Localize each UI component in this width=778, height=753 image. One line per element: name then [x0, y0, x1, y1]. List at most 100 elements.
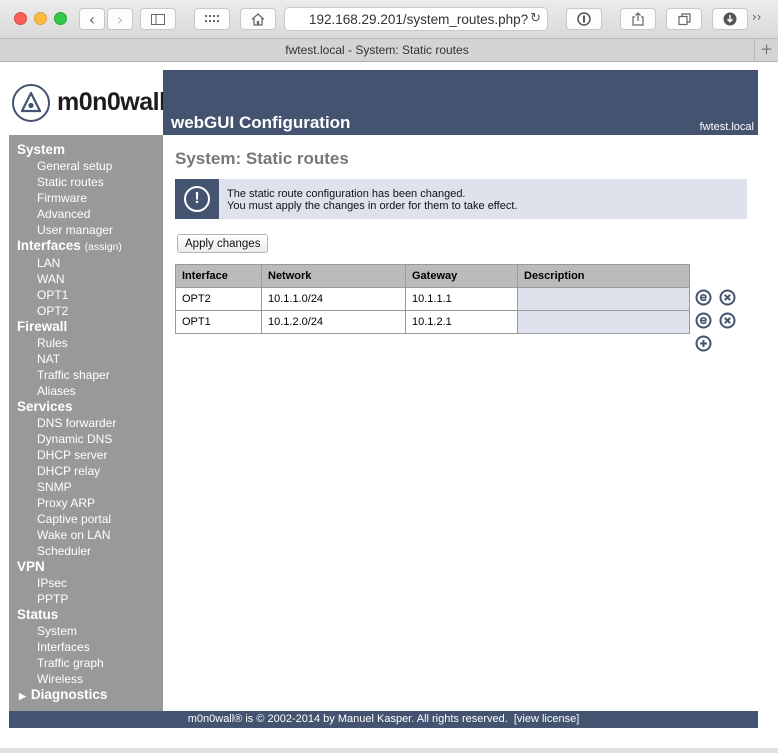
nav-item-general-setup[interactable]: General setup: [9, 158, 163, 174]
reader-button[interactable]: [566, 8, 602, 30]
grid-icon: [205, 15, 219, 22]
window-minimize-button[interactable]: [34, 12, 47, 25]
downloads-button[interactable]: [712, 8, 748, 30]
nav-item-nat[interactable]: NAT: [9, 351, 163, 367]
nav-item-scheduler[interactable]: Scheduler: [9, 543, 163, 559]
nav-category-diagnostics[interactable]: ▶ Diagnostics: [9, 687, 163, 704]
nav-item-proxy-arp[interactable]: Proxy ARP: [9, 495, 163, 511]
nav-item-wireless[interactable]: Wireless: [9, 671, 163, 687]
back-icon: ‹: [88, 9, 96, 29]
sidebar-icon: [151, 13, 165, 25]
nav-link-assign[interactable]: (assign): [85, 241, 122, 253]
apply-changes-button[interactable]: Apply changes: [177, 234, 269, 253]
nav-item-pptp[interactable]: PPTP: [9, 591, 163, 607]
nav-category-firewall: Firewall: [17, 319, 68, 334]
alert-icon-box: !: [175, 179, 219, 219]
tabs-icon: [677, 12, 691, 25]
download-icon: [723, 12, 737, 26]
info-icon: [577, 12, 591, 26]
page-bottom-edge: [0, 748, 778, 753]
more-icon[interactable]: ››: [752, 10, 762, 24]
column-header-description: Description: [517, 264, 690, 288]
tabs-overview-button[interactable]: [666, 8, 702, 30]
logo-emblem-icon: [12, 84, 50, 122]
cell-gateway[interactable]: 10.1.1.1: [405, 287, 518, 311]
nav-item-traffic-graph[interactable]: Traffic graph: [9, 655, 163, 671]
window-zoom-button[interactable]: [54, 12, 67, 25]
nav-item-captive-portal[interactable]: Captive portal: [9, 511, 163, 527]
cell-description[interactable]: [517, 310, 690, 334]
header-title: webGUI Configuration: [171, 113, 351, 132]
edit-icon[interactable]: [695, 289, 712, 306]
nav-item-firmware[interactable]: Firmware: [9, 190, 163, 206]
window-close-button[interactable]: [14, 12, 27, 25]
page-title: System: Static routes: [175, 149, 349, 168]
footer-copyright: m0n0wall® is © 2002-2014 by Manuel Kaspe…: [187, 713, 508, 725]
table-row[interactable]: OPT2 10.1.1.0/24 10.1.1.1: [175, 287, 690, 311]
home-button[interactable]: [240, 8, 276, 30]
nav-item-user-manager[interactable]: User manager: [9, 222, 163, 238]
view-license-link[interactable]: [view license]: [514, 713, 579, 725]
nav-item-snmp[interactable]: SNMP: [9, 479, 163, 495]
nav-item-dhcp-relay[interactable]: DHCP relay: [9, 463, 163, 479]
top-sites-button[interactable]: [194, 8, 230, 30]
logo-text: m0n0wall®: [57, 88, 172, 116]
back-button[interactable]: ‹: [79, 8, 105, 30]
expand-triangle-icon: ▶: [19, 691, 26, 701]
nav-category-vpn: VPN: [17, 559, 45, 574]
tab-strip: fwtest.local - System: Static routes +: [0, 38, 778, 62]
nav-item-dns-forwarder[interactable]: DNS forwarder: [9, 415, 163, 431]
nav-item-aliases[interactable]: Aliases: [9, 383, 163, 399]
alert-text: The static route configuration has been …: [227, 188, 518, 212]
nav-item-lan[interactable]: LAN: [9, 255, 163, 271]
nav-item-dhcp-server[interactable]: DHCP server: [9, 447, 163, 463]
cell-network[interactable]: 10.1.1.0/24: [261, 287, 406, 311]
nav-item-advanced[interactable]: Advanced: [9, 206, 163, 222]
cell-interface[interactable]: OPT2: [175, 287, 262, 311]
cell-description[interactable]: [517, 287, 690, 311]
nav-item-status-interfaces[interactable]: Interfaces: [9, 639, 163, 655]
nav-item-rules[interactable]: Rules: [9, 335, 163, 351]
header-hostname: fwtest.local: [699, 121, 754, 133]
sidebar-nav: System General setup Static routes Firmw…: [9, 135, 163, 711]
edit-icon[interactable]: [695, 312, 712, 329]
nav-item-opt1[interactable]: OPT1: [9, 287, 163, 303]
table-row[interactable]: OPT1 10.1.2.0/24 10.1.2.1: [175, 310, 690, 334]
home-icon: [251, 12, 265, 26]
exclamation-icon: !: [184, 186, 210, 212]
nav-item-wake-on-lan[interactable]: Wake on LAN: [9, 527, 163, 543]
nav-item-ipsec[interactable]: IPsec: [9, 575, 163, 591]
cell-gateway[interactable]: 10.1.2.1: [405, 310, 518, 334]
cell-network[interactable]: 10.1.2.0/24: [261, 310, 406, 334]
nav-category-interfaces: Interfaces (assign): [17, 238, 122, 253]
new-tab-button[interactable]: +: [754, 39, 778, 61]
address-bar[interactable]: 192.168.29.201/system_routes.php? ↻: [284, 7, 548, 31]
nav-item-static-routes[interactable]: Static routes: [9, 174, 163, 190]
add-route-icon[interactable]: [695, 335, 712, 352]
reload-icon[interactable]: ↻: [530, 11, 541, 26]
browser-toolbar: ‹ › 192.168.29.201/system_routes.php? ↻ …: [0, 0, 778, 38]
nav-item-traffic-shaper[interactable]: Traffic shaper: [9, 367, 163, 383]
logo[interactable]: m0n0wall®: [9, 70, 172, 135]
share-button[interactable]: [620, 8, 656, 30]
column-header-network: Network: [261, 264, 406, 288]
main-content: System: Static routes ! The static route…: [163, 135, 758, 711]
nav-item-wan[interactable]: WAN: [9, 271, 163, 287]
tab-active[interactable]: fwtest.local - System: Static routes: [0, 39, 754, 61]
column-header-gateway: Gateway: [405, 264, 518, 288]
header-banner: webGUI Configuration fwtest.local: [163, 70, 758, 135]
forward-icon: ›: [116, 9, 124, 29]
static-routes-table: Interface Network Gateway Description OP…: [175, 264, 690, 334]
delete-icon[interactable]: [719, 312, 736, 329]
cell-interface[interactable]: OPT1: [175, 310, 262, 334]
delete-icon[interactable]: [719, 289, 736, 306]
column-header-interface: Interface: [175, 264, 262, 288]
footer: m0n0wall® is © 2002-2014 by Manuel Kaspe…: [9, 711, 758, 728]
nav-category-services: Services: [17, 399, 73, 414]
nav-item-status-system[interactable]: System: [9, 623, 163, 639]
forward-button[interactable]: ›: [107, 8, 133, 30]
nav-item-opt2[interactable]: OPT2: [9, 303, 163, 319]
sidebar-toggle-button[interactable]: [140, 8, 176, 30]
share-icon: [632, 12, 644, 26]
nav-item-dynamic-dns[interactable]: Dynamic DNS: [9, 431, 163, 447]
